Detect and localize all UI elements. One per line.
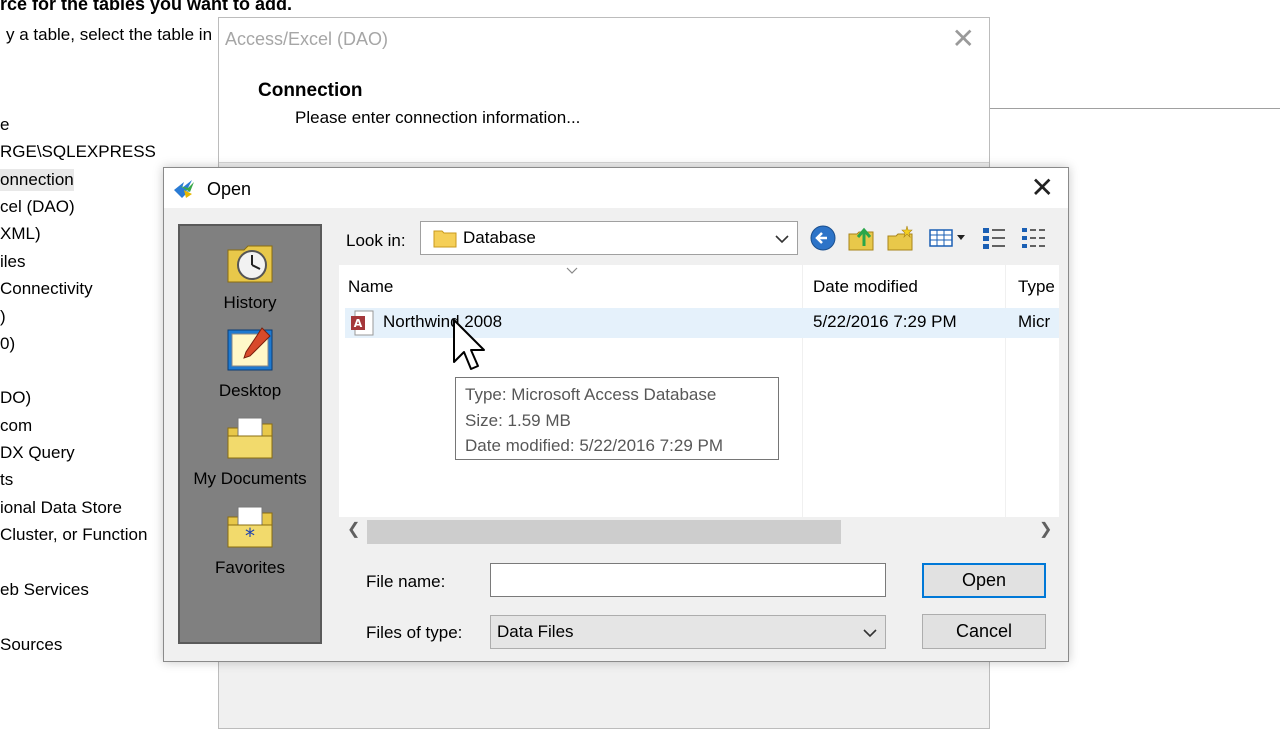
column-header-type[interactable]: Type [1018, 277, 1055, 297]
source-item[interactable]: ) [0, 306, 6, 328]
place-favorites[interactable]: * Favorites [180, 503, 320, 578]
open-dialog-title: Open [207, 179, 252, 199]
column-separator[interactable] [1005, 265, 1006, 517]
place-history[interactable]: History [180, 238, 320, 313]
dao-close-icon[interactable]: ✕ [952, 24, 975, 54]
history-icon [227, 245, 273, 283]
svg-text:A: A [354, 317, 363, 330]
source-item[interactable]: Cluster, or Function [0, 524, 147, 546]
favorites-icon: * [227, 506, 273, 548]
place-my-documents-label: My Documents [193, 469, 307, 488]
dao-header-band: Connection Please enter connection infor… [219, 62, 989, 163]
open-button[interactable]: Open [922, 563, 1046, 598]
place-desktop-label: Desktop [218, 381, 282, 400]
cancel-button[interactable]: Cancel [922, 614, 1046, 649]
files-of-type-select[interactable]: Data Files [490, 615, 886, 649]
scroll-left-icon[interactable]: ❮ [347, 519, 360, 539]
open-close-icon[interactable]: ✕ [1031, 172, 1054, 204]
open-dialog: Open ✕ History Desktop My Documents * Fa… [163, 167, 1069, 662]
source-item[interactable]: iles [0, 251, 26, 273]
back-icon[interactable] [808, 222, 838, 254]
details-view-icon[interactable] [1018, 222, 1048, 254]
column-separator[interactable] [802, 265, 803, 517]
up-folder-icon[interactable] [846, 222, 876, 254]
source-item[interactable]: RGE\SQLEXPRESS [0, 141, 156, 163]
svg-text:*: * [245, 524, 255, 548]
source-item[interactable]: eb Services [0, 579, 89, 601]
source-item[interactable]: 0) [0, 333, 15, 355]
chevron-down-icon [863, 629, 877, 638]
scroll-right-icon[interactable]: ❯ [1039, 519, 1052, 539]
place-history-label: History [223, 293, 277, 312]
background-divider [990, 108, 1280, 109]
place-my-documents[interactable]: My Documents [180, 414, 320, 489]
source-item[interactable]: DO) [0, 387, 31, 409]
files-of-type-label: Files of type: [366, 623, 463, 642]
tooltip-size: Size: 1.59 MB [465, 410, 571, 430]
file-tooltip: Type: Microsoft Access Database Size: 1.… [455, 377, 779, 460]
desktop-icon [227, 327, 273, 371]
open-app-icon [174, 180, 194, 198]
file-date: 5/22/2016 7:29 PM [813, 312, 957, 331]
view-menu-icon[interactable] [927, 222, 969, 254]
source-item[interactable]: Connectivity [0, 278, 93, 300]
file-name-input[interactable] [490, 563, 886, 597]
source-item[interactable]: cel (DAO) [0, 196, 75, 218]
sort-indicator-icon [566, 267, 578, 274]
connection-heading: Connection [258, 80, 363, 101]
column-header-date[interactable]: Date modified [813, 277, 918, 297]
my-documents-icon [227, 417, 273, 459]
source-item[interactable]: DX Query [0, 442, 75, 464]
source-item[interactable]: com [0, 415, 32, 437]
files-of-type-value: Data Files [497, 622, 574, 641]
look-in-value: Database [463, 228, 536, 247]
source-item[interactable]: e [0, 114, 9, 136]
connection-subheading: Please enter connection information... [295, 108, 581, 127]
dao-titlebar: Access/Excel (DAO) ✕ [219, 18, 989, 62]
source-item[interactable]: ional Data Store [0, 497, 122, 519]
scroll-thumb[interactable] [367, 520, 841, 544]
source-item-selected[interactable]: onnection [0, 169, 74, 191]
list-view-icon[interactable] [979, 222, 1009, 254]
dao-dialog-title: Access/Excel (DAO) [225, 29, 389, 49]
place-favorites-label: Favorites [215, 558, 285, 577]
file-name-label: File name: [366, 572, 446, 591]
tooltip-date: Date modified: 5/22/2016 7:29 PM [465, 436, 723, 455]
open-titlebar: Open ✕ [164, 168, 1068, 208]
places-bar: History Desktop My Documents * Favorites [178, 224, 322, 644]
tooltip-type: Type: Microsoft Access Database [465, 385, 717, 404]
source-item[interactable]: Sources [0, 634, 62, 656]
look-in-dropdown[interactable]: Database [420, 221, 798, 255]
look-in-label: Look in: [346, 231, 406, 250]
source-item[interactable]: ts [0, 469, 13, 491]
file-type: Micr [1018, 312, 1051, 331]
new-folder-icon[interactable] [885, 222, 915, 254]
column-header-name[interactable]: Name [348, 277, 393, 297]
source-item[interactable]: XML) [0, 223, 41, 245]
access-file-icon: A [351, 310, 374, 336]
place-desktop[interactable]: Desktop [180, 326, 320, 401]
mouse-pointer-icon [453, 319, 485, 370]
horizontal-scrollbar[interactable]: ❮ ❯ [339, 517, 1059, 547]
chevron-down-icon [775, 235, 789, 244]
folder-icon [433, 230, 457, 248]
